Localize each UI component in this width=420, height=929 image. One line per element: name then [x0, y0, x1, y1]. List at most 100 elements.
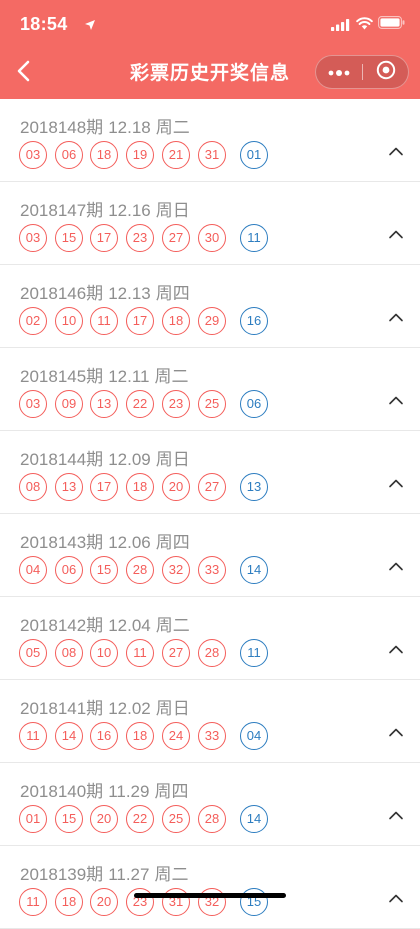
draw-title: 2018147期 12.16 周日: [20, 196, 195, 221]
draw-title: 2018142期 12.04 周二: [20, 611, 195, 636]
draw-date: 12.11: [108, 367, 150, 386]
draw-title: 2018139期 11.27 周二: [20, 860, 193, 885]
chevron-up-icon[interactable]: [386, 224, 406, 244]
red-ball: 17: [126, 307, 154, 335]
red-ball: 15: [55, 224, 83, 252]
draw-weekday: 周二: [154, 865, 189, 884]
red-ball: 11: [19, 888, 47, 916]
battery-icon: [378, 16, 405, 34]
chevron-up-icon[interactable]: [386, 556, 406, 576]
close-button[interactable]: [363, 56, 409, 88]
draw-weekday: 周日: [155, 699, 190, 718]
draw-row[interactable]: 2018147期 12.16 周日 03 15 17 23 27 30 11: [0, 182, 420, 265]
red-ball: 19: [126, 141, 154, 169]
draw-issue: 2018142期: [20, 616, 104, 635]
draw-row[interactable]: 2018145期 12.11 周二 03 09 13 22 23 25 06: [0, 348, 420, 431]
draw-issue: 2018145期: [20, 367, 104, 386]
red-ball: 03: [19, 224, 47, 252]
red-ball: 10: [90, 639, 118, 667]
wifi-icon: [356, 17, 373, 35]
red-ball: 30: [198, 224, 226, 252]
draw-row[interactable]: 2018141期 12.02 周日 11 14 16 18 24 33 04: [0, 680, 420, 763]
draw-date: 12.06: [108, 533, 151, 552]
red-ball: 27: [198, 473, 226, 501]
signal-icon: [331, 18, 350, 36]
draw-issue: 2018140期: [20, 782, 104, 801]
red-ball: 22: [126, 805, 154, 833]
red-ball: 33: [198, 722, 226, 750]
draw-row[interactable]: 2018143期 12.06 周四 04 06 15 28 32 33 14: [0, 514, 420, 597]
draw-weekday: 周四: [155, 284, 190, 303]
red-ball: 31: [198, 141, 226, 169]
chevron-up-icon[interactable]: [386, 473, 406, 493]
blue-ball: 11: [240, 639, 268, 667]
red-ball: 16: [90, 722, 118, 750]
chevron-up-icon[interactable]: [386, 639, 406, 659]
red-ball: 23: [126, 224, 154, 252]
red-ball: 28: [126, 556, 154, 584]
draw-row[interactable]: 2018140期 11.29 周四 01 15 20 22 25 28 14: [0, 763, 420, 846]
red-ball: 25: [198, 390, 226, 418]
red-ball: 18: [126, 473, 154, 501]
red-ball: 09: [55, 390, 83, 418]
blue-ball: 16: [240, 307, 268, 335]
red-ball: 04: [19, 556, 47, 584]
chevron-up-icon[interactable]: [386, 390, 406, 410]
more-dots-icon: [328, 63, 350, 81]
red-ball: 20: [90, 888, 118, 916]
draw-issue: 2018141期: [20, 699, 104, 718]
draw-row[interactable]: 2018144期 12.09 周日 08 13 17 18 20 27 13: [0, 431, 420, 514]
draw-list: 2018148期 12.18 周二 03 06 18 19 21 31 01 2018147期 12.…: [0, 99, 420, 929]
red-ball: 18: [126, 722, 154, 750]
back-button[interactable]: [6, 56, 40, 90]
red-ball: 05: [19, 639, 47, 667]
chevron-up-icon[interactable]: [386, 141, 406, 161]
draw-date: 12.04: [108, 616, 151, 635]
draw-title: 2018148期 12.18 周二: [20, 113, 195, 138]
red-ball: 21: [162, 141, 190, 169]
status-bar: 18:54: [0, 0, 420, 48]
draw-issue: 2018143期: [20, 533, 104, 552]
chevron-up-icon[interactable]: [386, 307, 406, 327]
red-ball: 06: [55, 556, 83, 584]
back-chevron-icon: [16, 60, 30, 87]
blue-ball: 11: [240, 224, 268, 252]
red-ball: 18: [90, 141, 118, 169]
red-ball: 25: [162, 805, 190, 833]
draw-weekday: 周四: [155, 533, 190, 552]
more-button[interactable]: [316, 56, 362, 88]
draw-row[interactable]: 2018146期 12.13 周四 02 10 11 17 18 29 16: [0, 265, 420, 348]
red-ball: 18: [162, 307, 190, 335]
red-ball: 11: [19, 722, 47, 750]
chevron-up-icon[interactable]: [386, 722, 406, 742]
draw-row[interactable]: 2018142期 12.04 周二 05 08 10 11 27 28 11: [0, 597, 420, 680]
draw-title: 2018144期 12.09 周日: [20, 445, 195, 470]
draw-row[interactable]: 2018148期 12.18 周二 03 06 18 19 21 31 01: [0, 99, 420, 182]
status-time: 18:54: [20, 14, 68, 34]
red-ball: 28: [198, 639, 226, 667]
red-ball: 14: [55, 722, 83, 750]
draw-row[interactable]: 2018139期 11.27 周二 11 18 20 23 31 32 15: [0, 846, 420, 929]
chevron-up-icon[interactable]: [386, 805, 406, 825]
red-ball: 28: [198, 805, 226, 833]
red-ball: 17: [90, 224, 118, 252]
red-ball: 08: [19, 473, 47, 501]
red-ball: 24: [162, 722, 190, 750]
red-ball: 29: [198, 307, 226, 335]
red-ball: 23: [162, 390, 190, 418]
draw-title: 2018146期 12.13 周四: [20, 279, 195, 304]
blue-ball: 13: [240, 473, 268, 501]
header: 18:54 彩票历史开奖信息: [0, 0, 420, 99]
target-close-icon: [376, 60, 396, 85]
chevron-up-icon[interactable]: [386, 888, 406, 908]
home-indicator: [134, 893, 286, 898]
draw-weekday: 周日: [155, 201, 190, 220]
draw-weekday: 周二: [155, 616, 190, 635]
red-ball: 27: [162, 639, 190, 667]
red-ball: 02: [19, 307, 47, 335]
draw-date: 12.18: [108, 118, 151, 137]
draw-title: 2018145期 12.11 周二: [20, 362, 193, 387]
draw-title: 2018141期 12.02 周日: [20, 694, 195, 719]
blue-ball: 14: [240, 556, 268, 584]
red-ball: 03: [19, 141, 47, 169]
